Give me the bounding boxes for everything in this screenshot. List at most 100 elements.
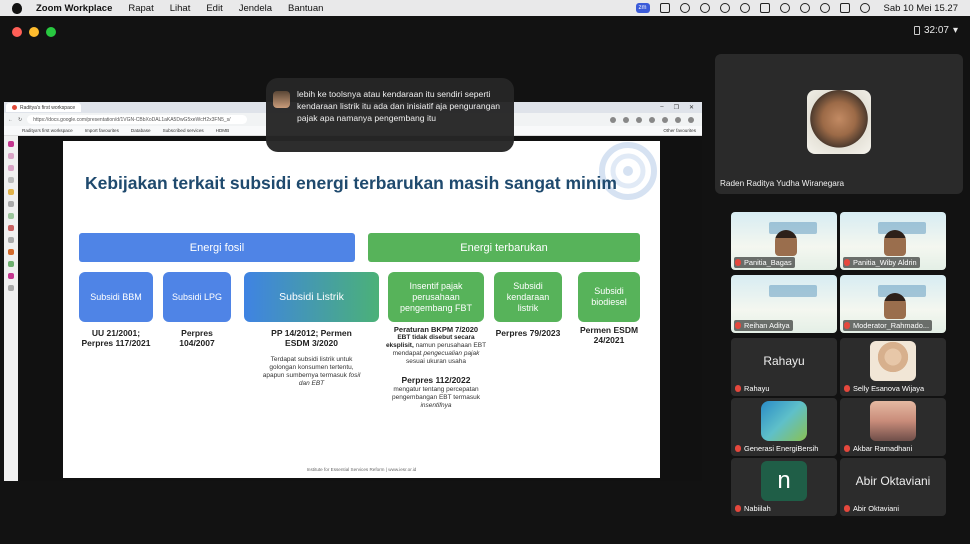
bookmark-item[interactable]: HDMB bbox=[216, 128, 230, 133]
extension-icon[interactable] bbox=[649, 116, 655, 123]
bookmark-item[interactable]: Database bbox=[131, 128, 151, 133]
app-menu[interactable]: Zoom Workplace bbox=[36, 3, 112, 14]
avatar bbox=[870, 401, 916, 441]
hourglass-icon bbox=[913, 26, 920, 35]
participant-tile[interactable]: Abir Oktaviani Abir Oktaviani bbox=[840, 458, 946, 516]
control-center-icon[interactable] bbox=[839, 3, 850, 13]
sidebar-app-icon[interactable] bbox=[8, 189, 14, 195]
mic-muted-icon bbox=[735, 505, 741, 512]
menu-clock[interactable]: Sab 10 Mei 15.27 bbox=[884, 3, 958, 14]
bookmark-item[interactable]: Import favourites bbox=[85, 128, 119, 133]
participant-display-name: Rahayu bbox=[763, 354, 805, 368]
sidebar-app-icon[interactable] bbox=[8, 201, 14, 207]
avatar bbox=[273, 91, 290, 108]
favourites-icon[interactable] bbox=[662, 116, 668, 123]
minimize-icon[interactable]: – bbox=[660, 104, 663, 111]
note-perpres-112: mengatur tentang percepatan pengembangan… bbox=[383, 386, 489, 410]
menu-edit[interactable]: Edit bbox=[206, 3, 222, 14]
profile-icon[interactable] bbox=[675, 116, 681, 123]
participant-label: Selly Esanova Wijaya bbox=[843, 383, 927, 394]
participant-label: Panitia_Bagas bbox=[734, 257, 795, 268]
extension-icon[interactable] bbox=[610, 116, 616, 123]
bookmark-item[interactable]: Subscribed services bbox=[163, 128, 204, 133]
battery-icon[interactable] bbox=[759, 3, 770, 13]
sidebar-app-icon[interactable] bbox=[8, 213, 14, 219]
browser-extension-icons bbox=[610, 116, 698, 123]
restore-icon[interactable]: ❐ bbox=[674, 104, 679, 111]
user-icon[interactable] bbox=[799, 3, 810, 13]
zoom-status-icon[interactable]: zm bbox=[635, 3, 650, 13]
participant-tile[interactable]: Panitia_Bagas bbox=[731, 212, 837, 270]
energi-fosil-bar: Energi fosil bbox=[79, 233, 355, 262]
participant-tile[interactable]: n Nabiilah bbox=[731, 458, 837, 516]
siri-icon[interactable] bbox=[859, 3, 870, 13]
more-icon[interactable] bbox=[688, 116, 694, 123]
mic-muted-icon bbox=[844, 259, 850, 266]
mic-muted-icon bbox=[735, 445, 741, 452]
play-icon[interactable] bbox=[739, 3, 750, 13]
sidebar-app-icon[interactable] bbox=[8, 153, 14, 159]
other-bookmarks[interactable]: Other favourites bbox=[663, 128, 702, 133]
window-controls bbox=[12, 27, 56, 37]
avatar: n bbox=[761, 461, 807, 501]
participant-tile[interactable]: Rahayu Rahayu bbox=[731, 338, 837, 396]
participant-tile[interactable]: Generasi EnergiBersih bbox=[731, 398, 837, 456]
participant-tile[interactable]: Moderator_Rahmado... bbox=[840, 275, 946, 333]
bookmark-item[interactable]: Raditya's first workspace bbox=[22, 128, 73, 133]
menu-rapat[interactable]: Rapat bbox=[128, 3, 153, 14]
headphones-icon[interactable] bbox=[719, 3, 730, 13]
sidebar-app-icon[interactable] bbox=[8, 165, 14, 171]
menu-bantuan[interactable]: Bantuan bbox=[288, 3, 323, 14]
search-icon[interactable] bbox=[819, 3, 830, 13]
note-insentif-text2: sesuai ukuran usaha bbox=[406, 358, 466, 365]
sidebar-app-icon[interactable] bbox=[8, 177, 14, 183]
participant-tile[interactable]: Akbar Ramadhani bbox=[840, 398, 946, 456]
sidebar-app-icon[interactable] bbox=[8, 237, 14, 243]
mic-muted-icon bbox=[735, 322, 741, 329]
participant-tile[interactable]: Reihan Aditya bbox=[731, 275, 837, 333]
sidebar-app-icon[interactable] bbox=[8, 285, 14, 291]
notification-off-icon[interactable] bbox=[699, 3, 710, 13]
ref-kendaraan: Perpres 79/2023 bbox=[495, 328, 561, 338]
address-bar[interactable]: https://docs.google.com/presentation/d/1… bbox=[27, 115, 248, 124]
note-insentif-italic: pengecualian pajak bbox=[423, 350, 480, 357]
browser-tab-title: Raditya's first workspace bbox=[20, 104, 76, 111]
subsidi-listrik-box: Subsidi Listrik bbox=[244, 272, 379, 322]
chat-message-toast[interactable]: lebih ke toolsnya atau kendaraan itu sen… bbox=[266, 78, 514, 152]
participant-name: Selly Esanova Wijaya bbox=[853, 384, 925, 393]
participant-label: Akbar Ramadhani bbox=[843, 443, 915, 454]
wifi-icon[interactable] bbox=[779, 3, 790, 13]
insentif-pajak-box: Insentif pajak perusahaan pengembang FBT bbox=[388, 272, 484, 322]
chevron-down-icon: ▾ bbox=[952, 25, 958, 36]
video-person bbox=[884, 230, 906, 256]
menu-jendela[interactable]: Jendela bbox=[239, 3, 272, 14]
slide-footer: Institute for Essential Services Reform … bbox=[306, 467, 417, 472]
minimize-icon[interactable] bbox=[29, 27, 39, 37]
extension-icon[interactable] bbox=[623, 116, 629, 123]
participant-tile[interactable]: Panitia_Wiby Aldrin bbox=[840, 212, 946, 270]
maximize-icon[interactable] bbox=[46, 27, 56, 37]
menu-lihat[interactable]: Lihat bbox=[170, 3, 191, 14]
w-app-icon[interactable] bbox=[659, 3, 670, 13]
apple-icon[interactable] bbox=[12, 2, 22, 14]
sidebar-app-icon[interactable] bbox=[8, 273, 14, 279]
close-icon[interactable]: ✕ bbox=[689, 104, 694, 111]
participant-tile[interactable]: Selly Esanova Wijaya bbox=[840, 338, 946, 396]
back-icon[interactable]: ← bbox=[8, 117, 13, 123]
extension-icon[interactable] bbox=[636, 116, 642, 123]
active-speaker-tile[interactable]: Raden Raditya Yudha Wiranegara bbox=[715, 54, 963, 194]
refresh-icon[interactable]: ↻ bbox=[18, 117, 22, 123]
sidebar-app-icon[interactable] bbox=[8, 249, 14, 255]
ref-lpg: Perpres 104/2007 bbox=[179, 328, 215, 348]
sidebar-app-icon[interactable] bbox=[8, 141, 14, 147]
participant-label: Abir Oktaviani bbox=[843, 503, 902, 514]
participant-display-name: Abir Oktaviani bbox=[855, 474, 931, 488]
meeting-timer[interactable]: 32:07 ▾ bbox=[913, 25, 958, 36]
sidebar-app-icon[interactable] bbox=[8, 261, 14, 267]
close-icon[interactable] bbox=[12, 27, 22, 37]
sidebar-app-icon[interactable] bbox=[8, 225, 14, 231]
subsidi-biodiesel-box: Subsidi biodiesel bbox=[578, 272, 640, 322]
ref-perpres-112: Perpres 112/2022 bbox=[401, 375, 471, 385]
history-icon[interactable] bbox=[679, 3, 690, 13]
browser-tab[interactable]: Raditya's first workspace bbox=[6, 103, 82, 112]
